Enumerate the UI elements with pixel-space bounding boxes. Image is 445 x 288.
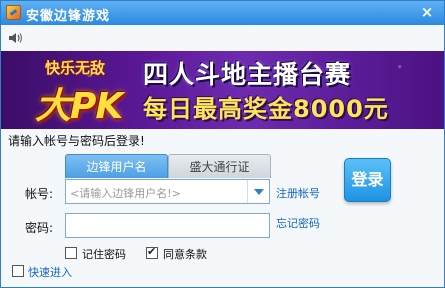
- banner-headline: 四人斗地主播台赛: [143, 60, 352, 89]
- register-link[interactable]: 注册帐号: [276, 185, 320, 201]
- badge-top-text: 快乐无敌: [45, 59, 106, 77]
- tab-shanda-passport[interactable]: 盛大通行证: [168, 154, 271, 178]
- banner-badge: 快乐无敌 大PK: [35, 55, 135, 127]
- game-logo-icon: [6, 5, 21, 20]
- window-title: 安徽边锋游戏: [26, 9, 111, 24]
- account-placeholder: <请输入边锋用户名!>: [70, 187, 181, 200]
- login-window: 安徽边锋游戏 × 快乐无敌 大PK 四人斗地主播台赛 每日最高奖金8000元 请…: [0, 0, 445, 288]
- quick-enter-checkbox[interactable]: [12, 265, 24, 277]
- account-label: 帐号:: [25, 187, 54, 201]
- agree-terms-label: 同意条款: [163, 248, 207, 261]
- tab-bianfeng-username[interactable]: 边锋用户名: [65, 154, 168, 178]
- quick-enter-link[interactable]: 快速进入: [28, 264, 72, 280]
- speaker-icon[interactable]: [8, 31, 24, 45]
- password-input[interactable]: [65, 213, 270, 238]
- account-input[interactable]: <请输入边锋用户名!>: [65, 179, 270, 204]
- close-button[interactable]: ×: [416, 2, 438, 22]
- chevron-down-icon[interactable]: [247, 180, 269, 203]
- remember-password-checkbox[interactable]: [65, 247, 77, 259]
- banner-subheadline: 每日最高奖金8000元: [143, 95, 389, 123]
- badge-main-text: 大PK: [35, 86, 123, 127]
- password-label: 密码:: [25, 221, 54, 235]
- title-bar[interactable]: 安徽边锋游戏 ×: [1, 1, 444, 25]
- promo-banner[interactable]: 快乐无敌 大PK 四人斗地主播台赛 每日最高奖金8000元: [1, 51, 444, 129]
- remember-password-label: 记住密码: [82, 248, 126, 261]
- login-button[interactable]: 登录: [344, 158, 391, 202]
- agree-terms-checkbox[interactable]: [146, 245, 158, 259]
- login-prompt: 请输入帐号与密码后登录!: [8, 134, 145, 148]
- forgot-password-link[interactable]: 忘记密码: [276, 215, 320, 231]
